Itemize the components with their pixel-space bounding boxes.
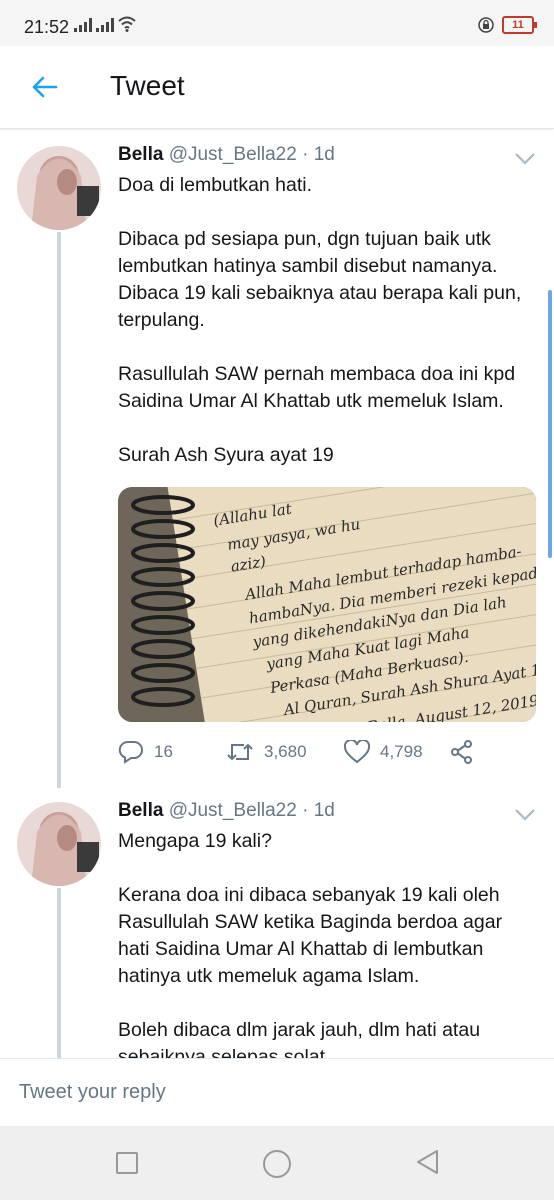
avatar[interactable] [17,146,101,230]
back-triangle-icon[interactable] [414,1148,440,1176]
tweet-line: Boleh dibaca dlm jarak jauh, dlm hati at… [118,1019,481,1058]
status-bar: 21:52 11 [0,0,554,46]
status-icons [74,16,136,32]
signal-icon-2 [96,16,114,32]
separator: · [302,800,309,821]
tweet[interactable]: Bella @Just_Bella22 · 1d Mengapa 19 kali… [0,788,554,1058]
like-count: 4,798 [380,742,423,761]
tweet-line: Doa di lembutkan hati. [118,174,313,196]
arrow-left-icon [32,76,58,98]
tweet-time: 1d [313,800,335,821]
home-icon[interactable] [263,1150,291,1178]
tweet-header: Bella @Just_Bella22 · 1d [118,800,335,822]
heart-icon [344,740,370,764]
reply-icon [118,740,143,764]
chevron-down-icon[interactable] [514,152,536,166]
tweet-line: Mengapa 19 kali? [118,830,272,852]
back-button[interactable] [26,70,62,104]
thread-line [57,232,61,788]
retweet-count: 3,680 [264,742,307,761]
reply-input[interactable]: Tweet your reply [19,1081,166,1104]
retweet-icon [227,743,253,761]
tweet-text: Doa di lembutkan hati. Dibaca pd sesiapa… [118,172,538,469]
battery-icon: 11 [502,16,537,34]
tweet-line: Kerana doa ini dibaca sebanyak 19 kali o… [118,884,503,987]
thread-line [57,888,61,1058]
avatar[interactable] [17,802,101,886]
author-name[interactable]: Bella [118,144,163,165]
author-name[interactable]: Bella [118,800,163,821]
scrollbar[interactable] [548,290,552,558]
share-icon [451,740,472,764]
tweet-image[interactable]: (Allahu lat may yasya, wa hu aziz) Allah… [118,487,536,722]
tweet-line: Surah Ash Syura ayat 19 [118,444,334,466]
reply-button[interactable]: 16 [118,740,226,764]
reply-count: 16 [154,742,173,761]
lock-rotation-icon [478,17,494,33]
separator: · [302,144,309,165]
navigation-bar [0,1126,554,1200]
recent-apps-icon[interactable] [116,1152,138,1174]
tweet-actions: 16 3,680 4,798 [118,740,474,764]
status-right: 11 [478,16,537,34]
author-handle[interactable]: @Just_Bella22 [169,800,297,821]
tweet-line: Rasullulah SAW pernah membaca doa ini kp… [118,363,516,412]
signal-icon [74,16,92,32]
status-time: 21:52 [24,17,70,37]
share-button[interactable] [450,740,474,764]
page-title: Tweet [110,70,185,101]
tweet-line: Dibaca pd sesiapa pun, dgn tujuan baik u… [118,228,522,331]
tweet-header: Bella @Just_Bella22 · 1d [118,144,335,166]
tweet-time: 1d [313,144,335,165]
tweet[interactable]: Bella @Just_Bella22 · 1d Doa di lembutka… [0,128,554,788]
retweet-button[interactable]: 3,680 [226,741,344,763]
header: Tweet [0,46,554,129]
chevron-down-icon[interactable] [514,808,536,822]
like-button[interactable]: 4,798 [344,740,450,764]
author-handle[interactable]: @Just_Bella22 [169,144,297,165]
reply-bar: Tweet your reply [0,1058,554,1127]
wifi-icon [118,16,136,32]
tweet-text: Mengapa 19 kali? Kerana doa ini dibaca s… [118,828,538,1058]
